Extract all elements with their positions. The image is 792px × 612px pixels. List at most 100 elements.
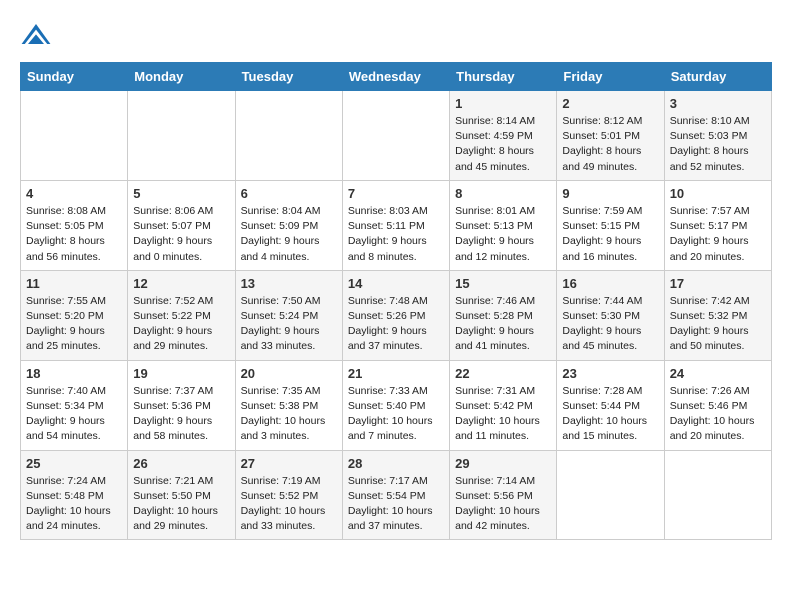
- calendar-week-4: 18 Sunrise: 7:40 AM Sunset: 5:34 PM Dayli…: [21, 360, 772, 450]
- day-info: Sunrise: 7:31 AM Sunset: 5:42 PM Dayligh…: [455, 384, 551, 445]
- calendar-cell: 1Sunrise: 8:14 AM Sunset: 4:59 PM Daylig…: [450, 91, 557, 181]
- day-number: 26: [133, 456, 229, 471]
- weekday-header-thursday: Thursday: [450, 63, 557, 91]
- calendar-cell: 27 Sunrise: 7:19 AM Sunset: 5:52 PM Dayli…: [235, 450, 342, 540]
- calendar-table: SundayMondayTuesdayWednesdayThursdayFrid…: [20, 62, 772, 540]
- header-row: SundayMondayTuesdayWednesdayThursdayFrid…: [21, 63, 772, 91]
- logo-icon: [20, 20, 52, 52]
- day-number: 7: [348, 186, 444, 201]
- day-info: Sunrise: 7:33 AM Sunset: 5:40 PM Dayligh…: [348, 384, 444, 445]
- calendar-cell: 7 Sunrise: 8:03 AM Sunset: 5:11 PM Daylig…: [342, 180, 449, 270]
- day-info: Sunrise: 8:12 AM Sunset: 5:01 PM Dayligh…: [562, 114, 658, 175]
- day-number: 25: [26, 456, 122, 471]
- day-info: Sunrise: 7:46 AM Sunset: 5:28 PM Dayligh…: [455, 294, 551, 355]
- calendar-cell: 17Sunrise: 7:42 AM Sunset: 5:32 PM Dayli…: [664, 270, 771, 360]
- calendar-cell: 23 Sunrise: 7:28 AM Sunset: 5:44 PM Dayli…: [557, 360, 664, 450]
- calendar-cell: 5 Sunrise: 8:06 AM Sunset: 5:07 PM Daylig…: [128, 180, 235, 270]
- calendar-cell: 16 Sunrise: 7:44 AM Sunset: 5:30 PM Dayli…: [557, 270, 664, 360]
- day-number: 10: [670, 186, 766, 201]
- day-info: Sunrise: 7:52 AM Sunset: 5:22 PM Dayligh…: [133, 294, 229, 355]
- day-number: 24: [670, 366, 766, 381]
- day-info: Sunrise: 7:40 AM Sunset: 5:34 PM Dayligh…: [26, 384, 122, 445]
- day-number: 16: [562, 276, 658, 291]
- calendar-header: SundayMondayTuesdayWednesdayThursdayFrid…: [21, 63, 772, 91]
- day-info: Sunrise: 8:06 AM Sunset: 5:07 PM Dayligh…: [133, 204, 229, 265]
- calendar-cell: 24 Sunrise: 7:26 AM Sunset: 5:46 PM Dayli…: [664, 360, 771, 450]
- calendar-week-2: 4 Sunrise: 8:08 AM Sunset: 5:05 PM Daylig…: [21, 180, 772, 270]
- calendar-cell: 13Sunrise: 7:50 AM Sunset: 5:24 PM Dayli…: [235, 270, 342, 360]
- calendar-cell: 26Sunrise: 7:21 AM Sunset: 5:50 PM Dayli…: [128, 450, 235, 540]
- day-number: 28: [348, 456, 444, 471]
- day-info: Sunrise: 7:26 AM Sunset: 5:46 PM Dayligh…: [670, 384, 766, 445]
- day-number: 12: [133, 276, 229, 291]
- calendar-week-3: 11Sunrise: 7:55 AM Sunset: 5:20 PM Dayli…: [21, 270, 772, 360]
- day-info: Sunrise: 7:48 AM Sunset: 5:26 PM Dayligh…: [348, 294, 444, 355]
- calendar-cell: 8Sunrise: 8:01 AM Sunset: 5:13 PM Daylig…: [450, 180, 557, 270]
- day-number: 4: [26, 186, 122, 201]
- day-info: Sunrise: 7:57 AM Sunset: 5:17 PM Dayligh…: [670, 204, 766, 265]
- calendar-cell: 22 Sunrise: 7:31 AM Sunset: 5:42 PM Dayli…: [450, 360, 557, 450]
- day-number: 15: [455, 276, 551, 291]
- weekday-header-tuesday: Tuesday: [235, 63, 342, 91]
- calendar-cell: 4 Sunrise: 8:08 AM Sunset: 5:05 PM Daylig…: [21, 180, 128, 270]
- day-info: Sunrise: 8:03 AM Sunset: 5:11 PM Dayligh…: [348, 204, 444, 265]
- calendar-cell: [342, 91, 449, 181]
- day-info: Sunrise: 7:19 AM Sunset: 5:52 PM Dayligh…: [241, 474, 337, 535]
- day-info: Sunrise: 7:24 AM Sunset: 5:48 PM Dayligh…: [26, 474, 122, 535]
- day-number: 5: [133, 186, 229, 201]
- calendar-cell: 19 Sunrise: 7:37 AM Sunset: 5:36 PM Dayli…: [128, 360, 235, 450]
- day-number: 27: [241, 456, 337, 471]
- weekday-header-sunday: Sunday: [21, 63, 128, 91]
- calendar-week-5: 25 Sunrise: 7:24 AM Sunset: 5:48 PM Dayli…: [21, 450, 772, 540]
- weekday-header-saturday: Saturday: [664, 63, 771, 91]
- day-info: Sunrise: 8:14 AM Sunset: 4:59 PM Dayligh…: [455, 114, 551, 175]
- day-number: 19: [133, 366, 229, 381]
- weekday-header-friday: Friday: [557, 63, 664, 91]
- calendar-cell: [557, 450, 664, 540]
- day-info: Sunrise: 8:04 AM Sunset: 5:09 PM Dayligh…: [241, 204, 337, 265]
- day-number: 23: [562, 366, 658, 381]
- day-info: Sunrise: 7:55 AM Sunset: 5:20 PM Dayligh…: [26, 294, 122, 355]
- calendar-body: 1Sunrise: 8:14 AM Sunset: 4:59 PM Daylig…: [21, 91, 772, 540]
- calendar-cell: 2 Sunrise: 8:12 AM Sunset: 5:01 PM Daylig…: [557, 91, 664, 181]
- weekday-header-wednesday: Wednesday: [342, 63, 449, 91]
- day-info: Sunrise: 7:14 AM Sunset: 5:56 PM Dayligh…: [455, 474, 551, 535]
- day-info: Sunrise: 7:28 AM Sunset: 5:44 PM Dayligh…: [562, 384, 658, 445]
- day-number: 3: [670, 96, 766, 111]
- calendar-cell: 9 Sunrise: 7:59 AM Sunset: 5:15 PM Daylig…: [557, 180, 664, 270]
- day-number: 9: [562, 186, 658, 201]
- day-info: Sunrise: 8:01 AM Sunset: 5:13 PM Dayligh…: [455, 204, 551, 265]
- calendar-cell: 28 Sunrise: 7:17 AM Sunset: 5:54 PM Dayli…: [342, 450, 449, 540]
- day-info: Sunrise: 8:08 AM Sunset: 5:05 PM Dayligh…: [26, 204, 122, 265]
- day-info: Sunrise: 7:35 AM Sunset: 5:38 PM Dayligh…: [241, 384, 337, 445]
- day-number: 18: [26, 366, 122, 381]
- day-info: Sunrise: 7:50 AM Sunset: 5:24 PM Dayligh…: [241, 294, 337, 355]
- calendar-cell: 15 Sunrise: 7:46 AM Sunset: 5:28 PM Dayli…: [450, 270, 557, 360]
- calendar-cell: [664, 450, 771, 540]
- calendar-cell: 14Sunrise: 7:48 AM Sunset: 5:26 PM Dayli…: [342, 270, 449, 360]
- calendar-cell: [21, 91, 128, 181]
- day-number: 22: [455, 366, 551, 381]
- day-number: 2: [562, 96, 658, 111]
- calendar-week-1: 1Sunrise: 8:14 AM Sunset: 4:59 PM Daylig…: [21, 91, 772, 181]
- calendar-cell: 20 Sunrise: 7:35 AM Sunset: 5:38 PM Dayli…: [235, 360, 342, 450]
- day-number: 6: [241, 186, 337, 201]
- calendar-cell: 29 Sunrise: 7:14 AM Sunset: 5:56 PM Dayli…: [450, 450, 557, 540]
- day-number: 21: [348, 366, 444, 381]
- day-info: Sunrise: 7:17 AM Sunset: 5:54 PM Dayligh…: [348, 474, 444, 535]
- calendar-cell: 3 Sunrise: 8:10 AM Sunset: 5:03 PM Daylig…: [664, 91, 771, 181]
- day-info: Sunrise: 7:37 AM Sunset: 5:36 PM Dayligh…: [133, 384, 229, 445]
- calendar-cell: 25 Sunrise: 7:24 AM Sunset: 5:48 PM Dayli…: [21, 450, 128, 540]
- day-info: Sunrise: 7:44 AM Sunset: 5:30 PM Dayligh…: [562, 294, 658, 355]
- day-info: Sunrise: 7:42 AM Sunset: 5:32 PM Dayligh…: [670, 294, 766, 355]
- day-number: 20: [241, 366, 337, 381]
- calendar-cell: 10 Sunrise: 7:57 AM Sunset: 5:17 PM Dayli…: [664, 180, 771, 270]
- page-header: [20, 20, 772, 52]
- logo: [20, 20, 56, 52]
- calendar-cell: 11Sunrise: 7:55 AM Sunset: 5:20 PM Dayli…: [21, 270, 128, 360]
- calendar-cell: 21 Sunrise: 7:33 AM Sunset: 5:40 PM Dayli…: [342, 360, 449, 450]
- day-number: 29: [455, 456, 551, 471]
- day-info: Sunrise: 8:10 AM Sunset: 5:03 PM Dayligh…: [670, 114, 766, 175]
- day-info: Sunrise: 7:59 AM Sunset: 5:15 PM Dayligh…: [562, 204, 658, 265]
- calendar-cell: [128, 91, 235, 181]
